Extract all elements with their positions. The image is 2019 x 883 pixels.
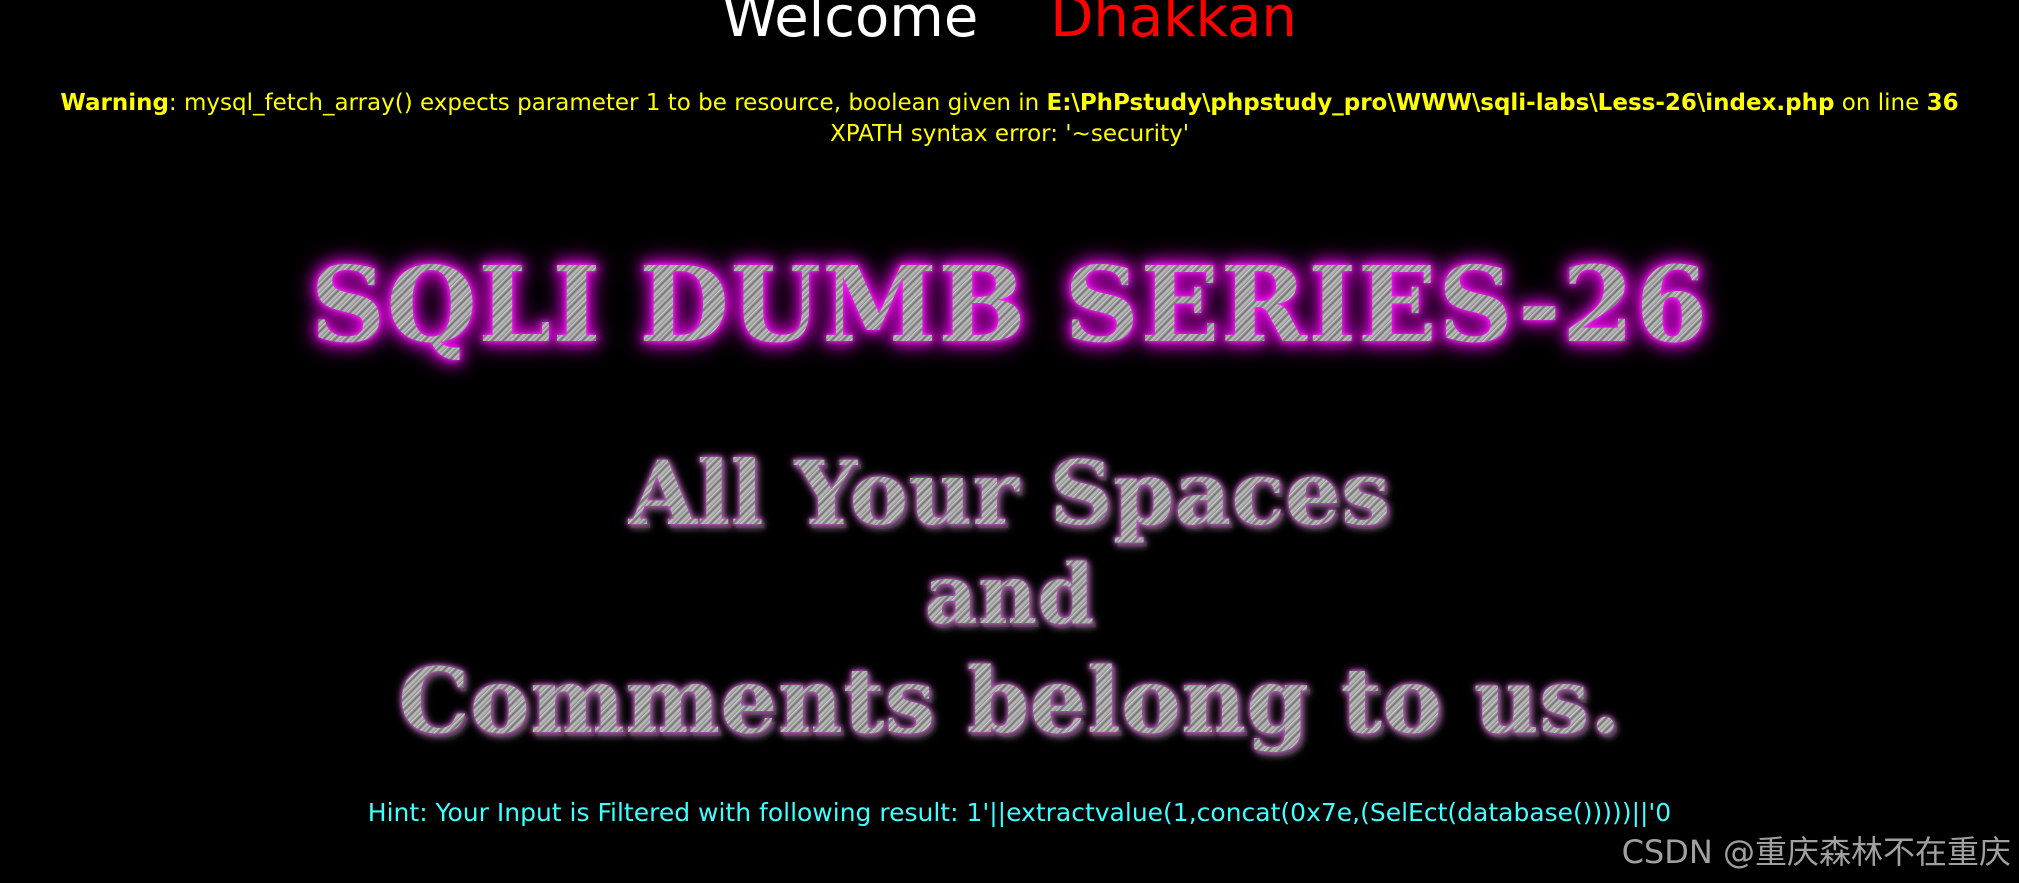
xpath-error: XPATH syntax error: '~security' (829, 121, 1190, 147)
warning-line-number: 36 (1926, 90, 1959, 116)
user-name: Dhakkan (1050, 0, 1297, 50)
motto-line-1: All Your Spaces (0, 438, 2019, 548)
motto-line-2: and (0, 545, 2019, 645)
welcome-heading: Welcome Dhakkan (0, 0, 2019, 58)
warning-file-path: E:\PhPstudy\phpstudy_pro\WWW\sqli-labs\L… (1046, 90, 1835, 116)
warning-message: : mysql_fetch_array() expects parameter … (168, 90, 1047, 116)
series-title-banner: SQLI DUMB SERIES-26 (0, 240, 2019, 370)
php-warning: Warning: mysql_fetch_array() expects par… (0, 88, 2019, 118)
filter-hint: Hint: Your Input is Filtered with follow… (367, 798, 1672, 827)
csdn-watermark: CSDN @重庆森林不在重庆 (1621, 833, 2011, 871)
page: Welcome Dhakkan Warning: mysql_fetch_arra… (0, 0, 2019, 883)
motto-line-3: Comments belong to us. (0, 646, 2019, 756)
welcome-text: Welcome (722, 0, 979, 50)
warning-line-text: on line (1834, 90, 1927, 116)
warning-label: Warning (60, 90, 169, 116)
